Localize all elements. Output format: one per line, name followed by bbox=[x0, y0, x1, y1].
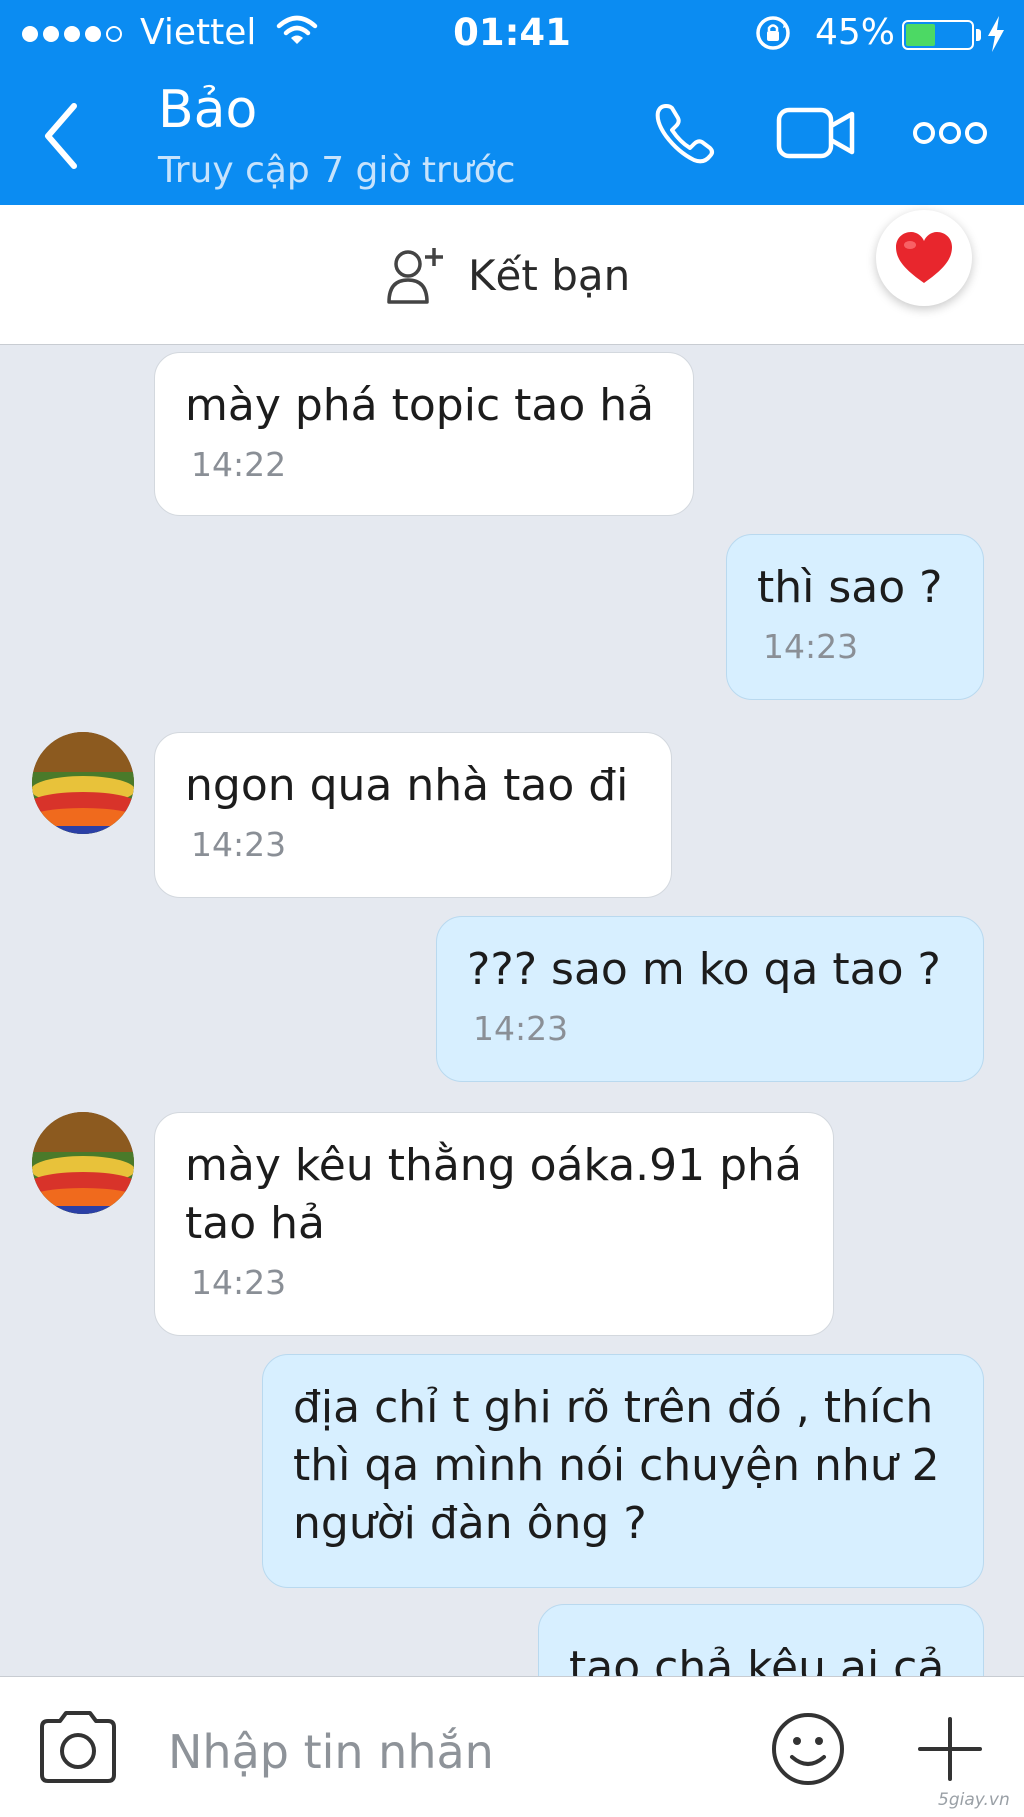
message-bubble-outgoing[interactable]: thì sao ? 14:23 bbox=[726, 534, 984, 700]
back-button[interactable] bbox=[38, 98, 88, 174]
heart-reaction-button[interactable] bbox=[876, 210, 972, 306]
rotation-lock-icon bbox=[756, 16, 790, 50]
chat-screen: Viettel 01:41 45% Bảo Truy cập 7 giờ trư… bbox=[0, 0, 1024, 1817]
smiley-icon bbox=[772, 1713, 844, 1785]
message-bubble-outgoing[interactable]: ??? sao m ko qa tao ? 14:23 bbox=[436, 916, 984, 1082]
message-text: mày phá topic tao hả bbox=[185, 380, 655, 431]
message-time: 14:22 bbox=[191, 445, 287, 484]
message-time: 14:23 bbox=[191, 1263, 287, 1302]
battery-icon bbox=[902, 20, 974, 50]
more-dots-icon bbox=[913, 122, 987, 144]
battery-level-fill bbox=[906, 24, 935, 46]
message-time: 14:23 bbox=[473, 1009, 569, 1048]
video-call-button[interactable] bbox=[776, 100, 856, 164]
video-camera-icon bbox=[776, 107, 855, 159]
message-text: tao chả kêu ai cả bbox=[569, 1642, 945, 1676]
message-input[interactable] bbox=[168, 1717, 728, 1787]
last-seen-status: Truy cập 7 giờ trước bbox=[158, 150, 516, 191]
battery-tip bbox=[976, 29, 981, 41]
message-bubble-outgoing[interactable]: tao chả kêu ai cả bbox=[538, 1604, 984, 1676]
emoji-button[interactable] bbox=[770, 1711, 846, 1787]
call-button[interactable] bbox=[652, 100, 718, 166]
add-friend-bar: Kết bạn bbox=[0, 205, 1024, 345]
add-user-icon bbox=[387, 248, 443, 304]
avatar[interactable] bbox=[32, 1112, 134, 1214]
more-options-button[interactable] bbox=[912, 118, 988, 148]
message-text: ngon qua nhà tao đi bbox=[185, 760, 629, 811]
avatar-image bbox=[32, 1112, 134, 1214]
camera-button[interactable] bbox=[36, 1709, 120, 1787]
avatar-image bbox=[32, 732, 134, 834]
message-bubble-incoming[interactable]: mày phá topic tao hả 14:22 bbox=[154, 352, 694, 516]
message-bubble-incoming[interactable]: mày kêu thằng oáka.91 phá tao hả 14:23 bbox=[154, 1112, 834, 1336]
message-text: địa chỉ t ghi rõ trên đó , thích thì qa … bbox=[293, 1382, 940, 1549]
attach-plus-button[interactable] bbox=[916, 1715, 984, 1783]
phone-icon bbox=[655, 104, 714, 164]
message-list[interactable]: mày phá topic tao hả 14:22 thì sao ? 14:… bbox=[0, 346, 1024, 1676]
message-text: ??? sao m ko qa tao ? bbox=[467, 944, 941, 995]
add-friend-label: Kết bạn bbox=[468, 250, 631, 300]
avatar[interactable] bbox=[32, 732, 134, 834]
plus-icon bbox=[918, 1717, 982, 1781]
heart-icon bbox=[896, 232, 952, 283]
message-time: 14:23 bbox=[191, 825, 287, 864]
charging-bolt-icon bbox=[988, 16, 1004, 52]
add-friend-button[interactable]: Kết bạn bbox=[386, 243, 630, 307]
message-time: 14:23 bbox=[763, 627, 859, 666]
message-text: mày kêu thằng oáka.91 phá tao hả bbox=[185, 1140, 802, 1249]
contact-name: Bảo bbox=[158, 80, 258, 140]
chevron-left-icon bbox=[45, 103, 77, 169]
battery-percent: 45% bbox=[815, 12, 896, 53]
message-input-bar bbox=[0, 1676, 1024, 1817]
message-bubble-incoming[interactable]: ngon qua nhà tao đi 14:23 bbox=[154, 732, 672, 898]
camera-icon bbox=[40, 1711, 116, 1783]
watermark: 5giay.vn bbox=[938, 1790, 1010, 1810]
message-bubble-outgoing[interactable]: địa chỉ t ghi rõ trên đó , thích thì qa … bbox=[262, 1354, 984, 1588]
status-bar: Viettel 01:41 45% bbox=[0, 0, 1024, 64]
top-header: Viettel 01:41 45% Bảo Truy cập 7 giờ trư… bbox=[0, 0, 1024, 205]
message-text: thì sao ? bbox=[757, 562, 943, 613]
